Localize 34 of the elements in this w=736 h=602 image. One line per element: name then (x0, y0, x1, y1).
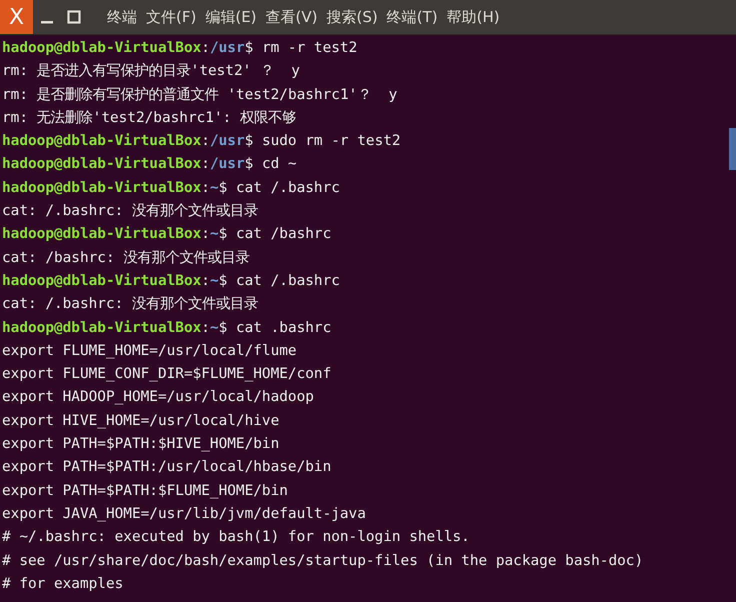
output-line: # see /usr/share/doc/bash/examples/startup-files (in the package bash-doc) (2, 552, 644, 571)
menu-item[interactable]: 编辑(E) (205, 8, 257, 26)
output-line: rm: 无法删除'test2/bashrc1': 权限不够 (2, 108, 297, 128)
output-line: export PATH=$PATH:$FLUME_HOME/bin (2, 482, 289, 501)
close-button[interactable]: X (0, 0, 33, 34)
output-line: # ~/.bashrc: executed by bash(1) for non-login shells. (2, 528, 471, 548)
output-line: cat: /.bashrc: 没有那个文件或目录 (2, 295, 259, 314)
menu-item[interactable]: 搜索(S) (326, 8, 378, 26)
output-line: rm: 是否删除有写保护的普通文件 'test2/bashrc1'？ y (2, 86, 398, 105)
menu-item[interactable]: 终端 (107, 8, 137, 26)
prompt-line: hadoop@dblab-VirtualBox:~$ cat /.bashrc (2, 178, 341, 198)
prompt-line: hadoop@dblab-VirtualBox:~$ cat /bashrc (2, 225, 332, 244)
output-line: export FLUME_HOME=/usr/local/flume (2, 342, 298, 361)
output-line: export FLUME_CONF_DIR=$FLUME_HOME/conf (2, 365, 332, 384)
prompt-line: hadoop@dblab-VirtualBox:/usr$ rm -r test2 (2, 39, 358, 58)
menu-item[interactable]: 文件(F) (146, 8, 196, 26)
prompt-line: hadoop@dblab-VirtualBox:~$ cat .bashrc (2, 318, 332, 338)
scrollbar-thumb[interactable] (729, 128, 736, 170)
prompt-line: hadoop@dblab-VirtualBox:/usr$ sudo rm -r test2 (2, 132, 402, 152)
output-line: # for examples (2, 574, 124, 594)
output-line: export PATH=$PATH:$HIVE_HOME/bin (2, 435, 280, 454)
menu-item[interactable]: 查看(V) (266, 8, 318, 26)
output-line: export HIVE_HOME=/usr/local/hive (2, 412, 280, 431)
maximize-icon[interactable] (66, 10, 80, 24)
output-line: export HADOOP_HOME=/usr/local/hadoop (2, 388, 315, 408)
menu-item[interactable]: 帮助(H) (446, 8, 500, 26)
prompt-line: hadoop@dblab-VirtualBox:~$ cat /.bashrc (2, 272, 341, 291)
output-line: export JAVA_HOME=/usr/lib/jvm/default-java (2, 504, 367, 524)
output-line: cat: /.bashrc: 没有那个文件或目录 (2, 202, 259, 222)
output-line: rm: 是否进入有写保护的目录'test2' ？ y (2, 62, 301, 82)
output-line: export PATH=$PATH:/usr/local/hbase/bin (2, 458, 332, 478)
prompt-line: hadoop@dblab-VirtualBox:/usr$ cd ~ (2, 155, 298, 174)
output-line: cat: /bashrc: 没有那个文件或目录 (2, 248, 250, 268)
menu-item[interactable]: 终端(T) (386, 8, 438, 26)
